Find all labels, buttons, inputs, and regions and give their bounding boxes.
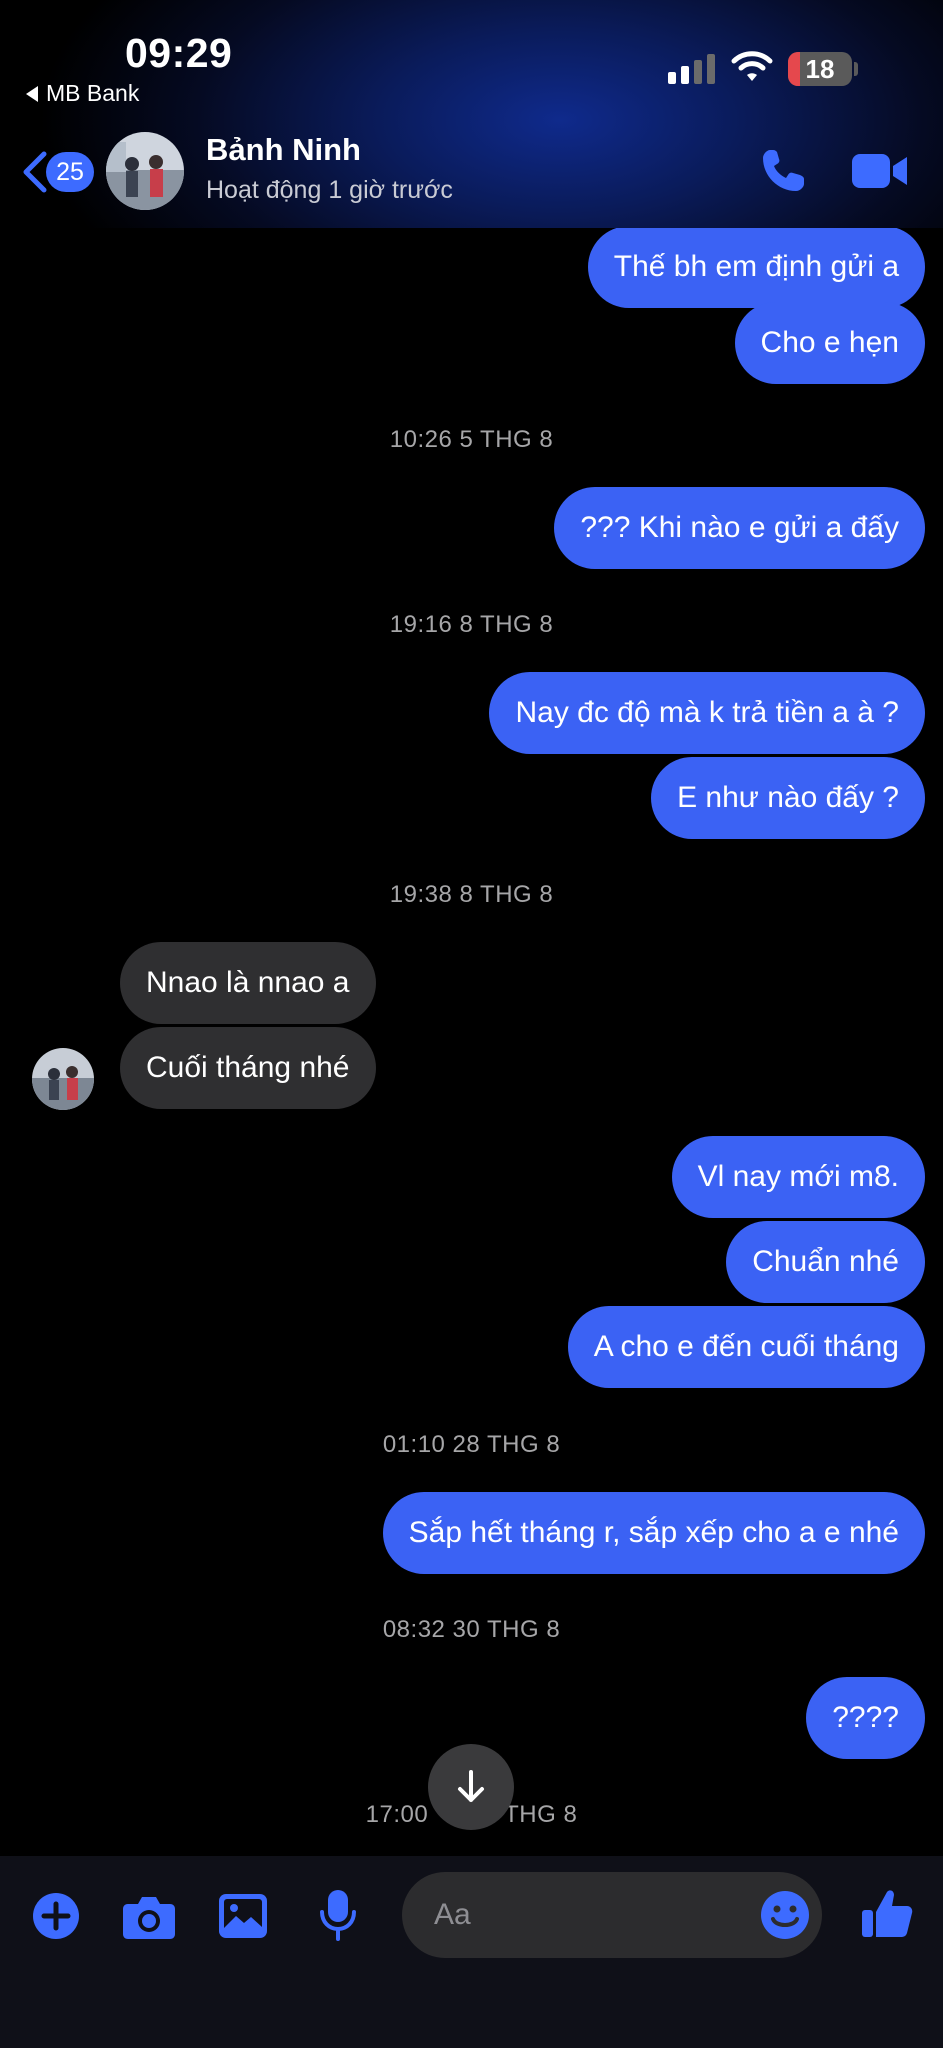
message-thread[interactable]: Thế bh em định gửi a Cho e hẹn 10:26 5 T… bbox=[0, 0, 943, 2048]
wifi-icon bbox=[731, 51, 773, 81]
camera-icon[interactable] bbox=[122, 1892, 176, 1940]
contact-name[interactable]: Bảnh Ninh bbox=[206, 132, 361, 168]
timestamp: 19:16 8 THG 8 bbox=[389, 611, 554, 638]
contact-avatar[interactable] bbox=[106, 132, 184, 210]
message-input[interactable] bbox=[434, 1872, 734, 1958]
message-outgoing[interactable]: Thế bh em định gửi a bbox=[587, 226, 925, 308]
message-outgoing[interactable]: Nay đc độ mà k trả tiền a à ? bbox=[489, 672, 925, 754]
message-outgoing[interactable]: Vl nay mới m8. bbox=[671, 1136, 925, 1218]
battery-indicator: 18 bbox=[788, 52, 852, 86]
thumbs-up-icon[interactable] bbox=[860, 1886, 914, 1940]
message-outgoing[interactable]: ???? bbox=[806, 1677, 925, 1759]
image-icon[interactable] bbox=[218, 1892, 268, 1940]
back-button[interactable]: 25 bbox=[20, 150, 94, 194]
back-app-label: MB Bank bbox=[46, 80, 140, 106]
message-incoming[interactable]: Nnao là nnao a bbox=[120, 942, 376, 1024]
chat-header: 09:29 MB Bank 18 25 Bảnh Ninh Hoạt động … bbox=[0, 0, 943, 228]
timestamp: 08:32 30 THG 8 bbox=[382, 1616, 561, 1643]
message-outgoing[interactable]: ??? Khi nào e gửi a đấy bbox=[554, 487, 925, 569]
contact-active-status: Hoạt động 1 giờ trước bbox=[206, 176, 453, 204]
timestamp: 10:26 5 THG 8 bbox=[389, 426, 554, 453]
timestamp-date: THG 8 bbox=[504, 1801, 578, 1828]
emoji-icon[interactable] bbox=[760, 1890, 810, 1940]
arrow-down-icon bbox=[458, 1770, 484, 1802]
scroll-to-bottom-button[interactable] bbox=[428, 1744, 514, 1830]
message-outgoing[interactable]: E như nào đấy ? bbox=[651, 757, 925, 839]
unread-count-badge: 25 bbox=[46, 152, 94, 192]
timestamp-time: 17:00 bbox=[365, 1801, 429, 1828]
status-time: 09:29 bbox=[125, 30, 233, 76]
battery-percent: 18 bbox=[805, 54, 835, 84]
phone-icon[interactable] bbox=[758, 146, 808, 196]
back-to-app-link[interactable]: MB Bank bbox=[26, 80, 139, 107]
plus-icon[interactable] bbox=[32, 1892, 80, 1940]
microphone-icon[interactable] bbox=[318, 1888, 358, 1942]
timestamp: 19:38 8 THG 8 bbox=[389, 881, 554, 908]
message-incoming[interactable]: Cuối tháng nhé bbox=[120, 1027, 376, 1109]
timestamp: 01:10 28 THG 8 bbox=[382, 1431, 561, 1458]
message-outgoing[interactable]: Sắp hết tháng r, sắp xếp cho a e nhé bbox=[382, 1492, 925, 1574]
message-outgoing[interactable]: Chuẩn nhé bbox=[726, 1221, 925, 1303]
contact-avatar-small[interactable] bbox=[32, 1048, 94, 1110]
cellular-signal-icon bbox=[668, 54, 715, 84]
message-composer bbox=[0, 1856, 943, 2048]
message-input-box[interactable] bbox=[402, 1872, 822, 1958]
video-camera-icon[interactable] bbox=[850, 150, 910, 192]
message-outgoing[interactable]: Cho e hẹn bbox=[734, 302, 925, 384]
back-triangle-icon bbox=[26, 85, 38, 102]
message-outgoing[interactable]: A cho e đến cuối tháng bbox=[567, 1306, 925, 1388]
